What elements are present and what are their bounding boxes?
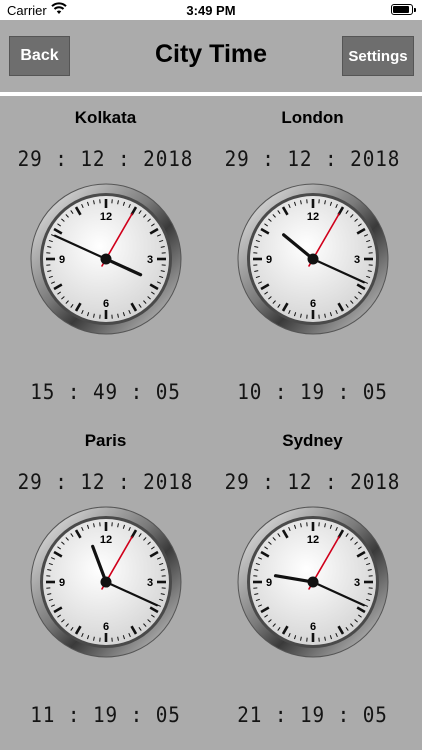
clock-numeral: 12 (307, 534, 319, 546)
city-name: Paris (84, 431, 127, 450)
analog-clock: 12 3 6 9 (30, 183, 182, 335)
clock-numeral: 9 (266, 254, 272, 266)
clock-face: 12 3 6 9 (30, 506, 182, 658)
date-display: 29 : 12 : 2018 (17, 147, 194, 171)
city-name: Sydney (282, 431, 343, 450)
city-grid: Kolkata 29 : 12 : 2018 12 3 6 9 15 : 49 : 0… (0, 96, 422, 750)
city-name: London (281, 108, 344, 127)
analog-clock: 12 3 6 9 (237, 183, 389, 335)
clock-numeral: 6 (310, 298, 316, 310)
city-card-paris: Paris 29 : 12 : 2018 12 3 6 9 11 : 19 : 05 (0, 419, 211, 742)
time-display: 15 : 49 : 05 (30, 380, 181, 404)
clock-numeral: 6 (103, 298, 109, 310)
settings-button[interactable]: Settings (342, 36, 414, 76)
clock-numeral: 3 (354, 577, 360, 589)
clock-face: 12 3 6 9 (237, 183, 389, 335)
analog-clock: 12 3 6 9 (237, 506, 389, 658)
time-display: 10 : 19 : 05 (237, 380, 388, 404)
clock-numeral: 3 (354, 254, 360, 266)
time-display: 21 : 19 : 05 (237, 703, 388, 727)
city-name: Kolkata (74, 108, 137, 127)
clock-numeral: 12 (100, 211, 112, 223)
status-time: 3:49 PM (186, 3, 236, 18)
clock-face: 12 3 6 9 (30, 183, 182, 335)
date-display: 29 : 12 : 2018 (17, 470, 194, 494)
analog-clock: 12 3 6 9 (30, 506, 182, 658)
status-bar: Carrier 3:49 PM (0, 0, 422, 20)
clock-numeral: 12 (307, 211, 319, 223)
city-card-sydney: Sydney 29 : 12 : 2018 12 3 6 9 21 : 19 : 05 (207, 419, 418, 742)
clock-numeral: 9 (59, 254, 65, 266)
navigation-bar: Back City Time Settings (0, 20, 422, 92)
city-card-london: London 29 : 12 : 2018 12 3 6 9 10 : 19 : 05 (207, 96, 418, 419)
time-display: 11 : 19 : 05 (30, 703, 181, 727)
clock-numeral: 6 (310, 621, 316, 633)
date-display: 29 : 12 : 2018 (224, 147, 401, 171)
city-card-kolkata: Kolkata 29 : 12 : 2018 12 3 6 9 15 : 49 : 0… (0, 96, 211, 419)
battery-icon (391, 4, 416, 15)
clock-numeral: 6 (103, 621, 109, 633)
clock-numeral: 9 (59, 577, 65, 589)
clock-face: 12 3 6 9 (237, 506, 389, 658)
clock-numeral: 3 (147, 577, 153, 589)
clock-numeral: 3 (147, 254, 153, 266)
clock-numeral: 12 (100, 534, 112, 546)
date-display: 29 : 12 : 2018 (224, 470, 401, 494)
clock-numeral: 9 (266, 577, 272, 589)
